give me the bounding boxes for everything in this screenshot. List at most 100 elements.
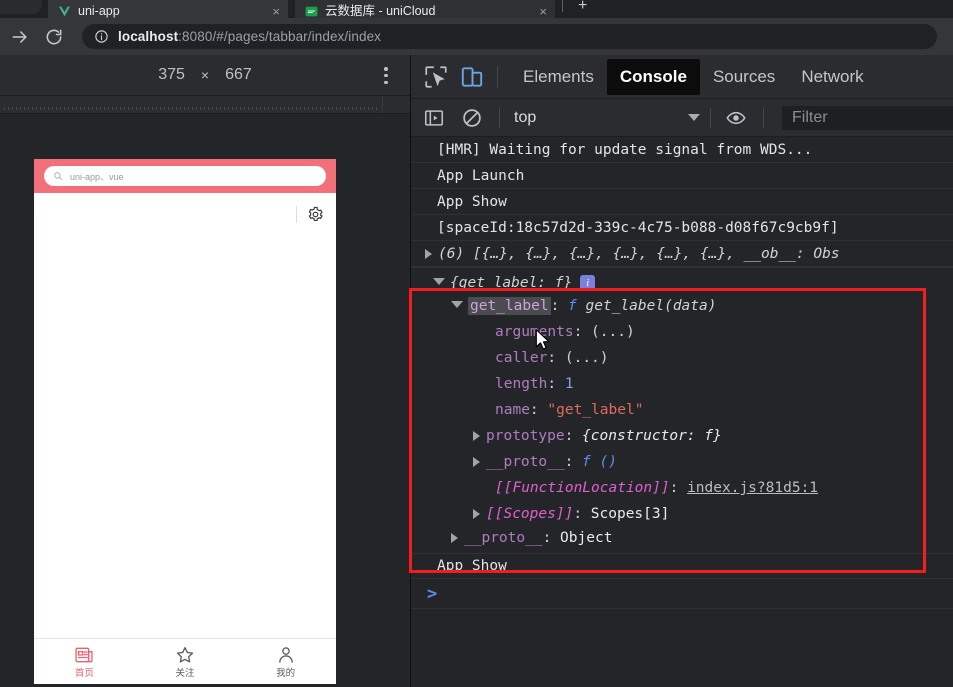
- tab-close-icon[interactable]: ×: [539, 5, 547, 18]
- url-text: localhost:8080/#/pages/tabbar/index/inde…: [118, 29, 381, 44]
- star-icon: [176, 646, 194, 663]
- tab-close-icon[interactable]: ×: [272, 5, 280, 18]
- object-property-arguments[interactable]: arguments : (...): [411, 319, 953, 345]
- browser-tab-title: 云数据库 - uniCloud: [325, 4, 436, 18]
- tab-strip-divider: [562, 0, 563, 12]
- collapse-triangle-icon[interactable]: [451, 301, 463, 313]
- console-message: App Show: [411, 189, 953, 215]
- device-height-input[interactable]: 667: [225, 66, 252, 84]
- expand-triangle-icon[interactable]: [473, 509, 480, 519]
- browser-tab-title: uni-app: [78, 4, 120, 18]
- console-array-message[interactable]: (6) [{…}, {…}, {…}, {…}, {…}, {…}, __ob_…: [411, 241, 953, 267]
- url-path: :8080/#/pages/tabbar/index/index: [178, 29, 382, 44]
- source-link[interactable]: index.js?81d5:1: [687, 480, 818, 496]
- search-input-value: uni-app、vue: [70, 171, 124, 182]
- property-name: __proto__: [486, 454, 565, 470]
- live-expression-eye-icon[interactable]: [725, 107, 747, 129]
- object-property-root-proto[interactable]: __proto__ : Object: [411, 527, 953, 553]
- news-icon: [75, 647, 93, 662]
- tabbar-item-follow[interactable]: 关注: [135, 645, 236, 679]
- tab-sources[interactable]: Sources: [700, 59, 788, 95]
- dimension-separator: ×: [200, 67, 210, 83]
- property-name: __proto__: [464, 530, 543, 546]
- device-ruler: [0, 96, 410, 114]
- search-input[interactable]: uni-app、vue: [44, 166, 326, 186]
- property-value: Scopes[3]: [590, 506, 670, 522]
- search-icon: [54, 172, 63, 181]
- object-property-function-location[interactable]: [[FunctionLocation]] : index.js?81d5:1: [411, 475, 953, 501]
- expand-triangle-icon[interactable]: [451, 533, 458, 543]
- mouse-cursor-icon: [535, 329, 550, 350]
- property-name: [[Scopes]]: [486, 506, 574, 522]
- toolbar-divider: [497, 65, 498, 88]
- vue-logo-icon: [59, 6, 70, 17]
- console-object-summary[interactable]: {get_label: f} i: [411, 267, 953, 293]
- console-filter-bar: top Filter: [411, 99, 953, 137]
- omnibar: localhost:8080/#/pages/tabbar/index/inde…: [0, 18, 953, 55]
- property-value: Object: [560, 530, 613, 546]
- chevron-down-icon: [688, 114, 700, 121]
- device-toolbar: 375 × 667: [0, 55, 410, 96]
- info-badge-icon[interactable]: i: [580, 275, 596, 290]
- execution-context-select[interactable]: top: [514, 109, 710, 127]
- property-value: 1: [564, 376, 574, 392]
- execution-context-value: top: [514, 108, 537, 126]
- object-property-proto[interactable]: __proto__ : f (): [411, 449, 953, 475]
- property-value: {constructor: f}: [582, 428, 722, 444]
- devtools-tab-bar: Elements Console Sources Network: [411, 55, 953, 99]
- tabbar-item-mine[interactable]: 我的: [235, 645, 336, 679]
- tab-network[interactable]: Network: [788, 59, 876, 95]
- tab-elements[interactable]: Elements: [510, 59, 607, 95]
- collapse-triangle-icon[interactable]: [433, 277, 445, 290]
- tab-console[interactable]: Console: [606, 58, 700, 95]
- console-message: [spaceId:18c57d2d-339c-4c75-b088-d08f67c…: [411, 215, 953, 241]
- inspect-cursor-icon[interactable]: [423, 64, 449, 90]
- tab-strip-left-stub: [0, 0, 42, 14]
- function-signature: get_label(data): [585, 298, 717, 314]
- ruler-ticks: [4, 107, 379, 110]
- ruler-track: [0, 96, 383, 113]
- tabbar-item-home[interactable]: 首页: [34, 645, 135, 679]
- console-message: [HMR] Waiting for update signal from WDS…: [411, 137, 953, 163]
- filter-placeholder: Filter: [792, 108, 828, 126]
- arrow-right-icon[interactable]: [10, 27, 30, 47]
- app-tabbar: 首页 关注 我的: [34, 638, 336, 684]
- tabbar-label: 关注: [175, 667, 195, 679]
- browser-tab-unicloud[interactable]: 云数据库 - uniCloud ×: [295, 0, 555, 18]
- device-width-input[interactable]: 375: [158, 66, 185, 84]
- browser-tab-uni-app[interactable]: uni-app ×: [48, 0, 288, 18]
- expand-triangle-icon[interactable]: [473, 457, 480, 467]
- object-summary-text: {get_label: f}: [450, 274, 573, 291]
- object-property-name[interactable]: name : "get_label": [411, 397, 953, 423]
- console-sidebar-icon[interactable]: [423, 107, 445, 129]
- clear-console-icon[interactable]: [461, 107, 483, 129]
- expand-triangle-icon[interactable]: [473, 431, 480, 441]
- property-name: name: [495, 402, 530, 418]
- browser-tab-strip: uni-app × 云数据库 - uniCloud × +: [0, 0, 953, 18]
- gear-icon[interactable]: [307, 206, 324, 223]
- info-circle-icon[interactable]: [94, 29, 109, 44]
- device-toolbar-icon[interactable]: [459, 64, 485, 90]
- property-value: (...): [564, 350, 609, 366]
- property-name: get_label: [468, 297, 551, 315]
- object-property-length[interactable]: length : 1: [411, 371, 953, 397]
- property-value: "get_label": [547, 402, 644, 418]
- unicloud-icon: [305, 6, 318, 17]
- filterbar-divider-3: [763, 107, 764, 128]
- object-property-prototype[interactable]: prototype : {constructor: f}: [411, 423, 953, 449]
- person-icon: [278, 646, 293, 663]
- object-property-scopes[interactable]: [[Scopes]] : Scopes[3]: [411, 501, 953, 527]
- array-preview: (6) [{…}, {…}, {…}, {…}, {…}, {…}, __ob_…: [438, 245, 840, 262]
- device-emulation-pane: 375 × 667 uni-app、vue 首页 关注 我的: [0, 55, 410, 687]
- console-prompt[interactable]: >: [411, 579, 953, 609]
- expand-triangle-icon[interactable]: [425, 248, 432, 259]
- console-message: App Show: [411, 553, 953, 579]
- console-message: App Launch: [411, 163, 953, 189]
- kebab-menu-icon[interactable]: [384, 67, 388, 84]
- object-property-caller[interactable]: caller : (...): [411, 345, 953, 371]
- object-property-get-label[interactable]: get_label : f get_label(data): [411, 293, 953, 319]
- reload-icon[interactable]: [44, 27, 64, 47]
- url-bar[interactable]: localhost:8080/#/pages/tabbar/index/inde…: [82, 24, 937, 49]
- new-tab-button[interactable]: +: [578, 0, 587, 14]
- console-filter-input[interactable]: Filter: [782, 105, 953, 130]
